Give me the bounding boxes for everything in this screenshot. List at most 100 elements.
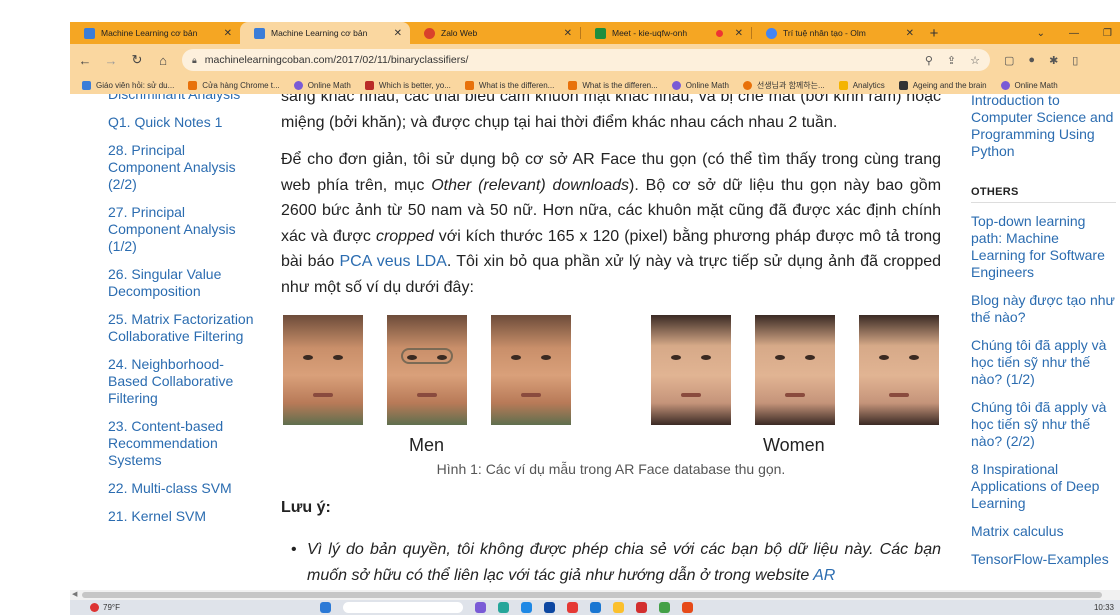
sidebar-link[interactable]: TensorFlow-Examples [971,551,1116,568]
tab-4[interactable]: Meet - kie-uqfw-onh ✕ [581,22,751,44]
bookmark[interactable]: Analytics [838,80,885,90]
app-icon[interactable] [635,602,647,613]
app-icon[interactable] [566,602,578,613]
bookmark[interactable]: Cửa hàng Chrome t... [188,80,280,90]
bookmark-icon [82,80,91,90]
bookmark-icon [293,80,303,90]
app-icon[interactable] [520,602,532,613]
sidebar-link[interactable]: Matrix calculus [971,523,1116,540]
zoom-icon[interactable]: ⚲ [925,54,933,67]
face-image [859,315,939,425]
home-icon[interactable]: ⌂ [152,53,174,68]
forward-icon[interactable]: → [100,53,122,68]
sidebar-link[interactable]: 28. Principal Component Analysis (2/2) [108,142,258,193]
app-icon[interactable] [589,602,601,613]
face-image [283,315,363,425]
extension-icon[interactable]: ▢ [1004,54,1014,67]
close-icon[interactable]: ✕ [394,28,402,39]
weather-temp: 79°F [103,603,120,612]
app-icon[interactable] [681,602,693,613]
sidebar-link[interactable]: Discriminant Analysis [108,94,258,103]
app-icon[interactable] [543,602,555,613]
others-group: 8 Inspirational Applications of Deep Lea… [971,461,1116,512]
others-group: Chúng tôi đã apply và học tiến sỹ như th… [971,337,1116,388]
taskbar-apps [319,602,693,613]
scroll-left-icon[interactable]: ◀ [72,590,77,598]
bookmark[interactable]: What is the differen... [568,80,658,90]
close-icon[interactable]: ✕ [224,28,232,39]
sidebar-link[interactable]: Blog này được tạo như thế nào? [971,292,1116,326]
others-heading: OTHERS [971,186,1116,203]
paragraph-dataset-intro: sáng khác nhau, các thái biểu cảm khuôn … [281,94,941,131]
search-icon[interactable] [342,602,463,613]
share-icon[interactable]: ⇪ [947,54,956,67]
sidebar-link[interactable]: Chúng tôi đã apply và học tiến sỹ như th… [971,399,1116,450]
bookmark-icon [1000,80,1010,90]
sidebar-link[interactable]: Top-down learning path: Machine Learning… [971,213,1116,281]
sidebar-link[interactable]: 21. Kernel SVM [108,508,258,525]
star-icon[interactable]: ☆ [970,54,980,67]
minimize-icon[interactable]: — [1069,28,1079,39]
tab-5[interactable]: Trí tuệ nhân tạo - Olm ✕ [752,22,922,44]
weather-icon [90,603,99,612]
bookmark[interactable]: Giáo viên hỏi: sử du... [82,80,174,90]
scrollbar-thumb[interactable] [82,592,1102,598]
close-icon[interactable]: ✕ [735,28,743,39]
sidebar-link[interactable]: 25. Matrix Factorization Collaborative F… [108,311,258,345]
cookie-icon[interactable]: ● [1028,54,1035,67]
tab-2-active[interactable]: Machine Learning cơ bản ✕ [240,22,410,44]
sidebar-link[interactable]: 23. Content-based Recommendation Systems [108,418,258,469]
close-icon[interactable]: ✕ [564,28,572,39]
horizontal-scrollbar[interactable]: ◀ [70,590,1120,600]
sidebar-link[interactable]: Chúng tôi đã apply và học tiến sỹ như th… [971,337,1116,388]
tab-3[interactable]: Zalo Web ✕ [410,22,580,44]
others-group: Matrix calculus [971,523,1116,540]
bookmark[interactable]: Online Math [293,80,351,90]
bookmark[interactable]: Online Math [1000,80,1058,90]
pca-lda-link[interactable]: PCA veus LDA [339,253,446,270]
face-image [491,315,571,425]
bookmark[interactable]: Which is better, yo... [364,80,451,90]
sidebar-link[interactable]: Introduction to Computer Science and Pro… [971,94,1116,160]
bookmark[interactable]: What is the differen... [464,80,554,90]
sidebar-link[interactable]: 24. Neighborhood-Based Collaborative Fil… [108,356,258,407]
weather-widget[interactable]: 79°F [90,603,120,612]
restore-icon[interactable]: ❐ [1103,28,1112,39]
app-icon[interactable] [474,602,486,613]
puzzle-icon[interactable]: ✱ [1049,54,1058,67]
app-icon[interactable] [497,602,509,613]
face-figure: Men Women Hình 1: Các ví dụ mẫu trong AR… [281,315,941,477]
address-bar[interactable]: 🔒︎ machinelearningcoban.com/2017/02/11/b… [182,49,990,71]
ar-link[interactable]: AR [813,567,835,584]
new-tab-button[interactable]: + [922,22,946,44]
close-icon[interactable]: ✕ [906,28,914,39]
tab-1[interactable]: Machine Learning cơ bản ✕ [70,22,240,44]
reload-icon[interactable]: ↻ [126,52,148,68]
tab-title: Machine Learning cơ bản [101,28,198,38]
omnibox-actions: ⚲ ⇪ ☆ [925,54,990,67]
app-icon[interactable] [612,602,624,613]
start-icon[interactable] [319,602,331,613]
zalo-favicon-icon [424,27,435,39]
app-icon[interactable] [658,602,670,613]
sidebar-link[interactable]: Q1. Quick Notes 1 [108,114,258,131]
bookmark-icon [464,80,474,90]
extensions: ▢ ● ✱ ▯ [1004,54,1078,67]
others-group: Top-down learning path: Machine Learning… [971,213,1116,281]
tab-title: Meet - kie-uqfw-onh [612,28,688,38]
sidebar-link[interactable]: 22. Multi-class SVM [108,480,258,497]
figure-caption: Hình 1: Các ví dụ mẫu trong AR Face data… [436,461,786,477]
bookmarks-bar: Giáo viên hỏi: sử du... Cửa hàng Chrome … [70,76,1120,94]
sidepanel-icon[interactable]: ▯ [1072,54,1078,67]
left-sidebar: Discriminant Analysis Q1. Quick Notes 1 … [108,94,258,536]
lock-icon[interactable]: 🔒︎ [192,55,197,66]
sidebar-link[interactable]: 26. Singular Value Decomposition [108,266,258,300]
chevron-down-icon[interactable]: ⌄ [1037,28,1045,39]
sidebar-link[interactable]: 27. Principal Component Analysis (1/2) [108,204,258,255]
bookmark[interactable]: Ageing and the brain [898,80,987,90]
bookmark[interactable]: Online Math [671,80,729,90]
bookmark[interactable]: 선생님과 함께하는... [742,80,825,91]
sidebar-link[interactable]: 8 Inspirational Applications of Deep Lea… [971,461,1116,512]
back-icon[interactable]: ← [74,53,96,68]
others-group: Chúng tôi đã apply và học tiến sỹ như th… [971,399,1116,450]
